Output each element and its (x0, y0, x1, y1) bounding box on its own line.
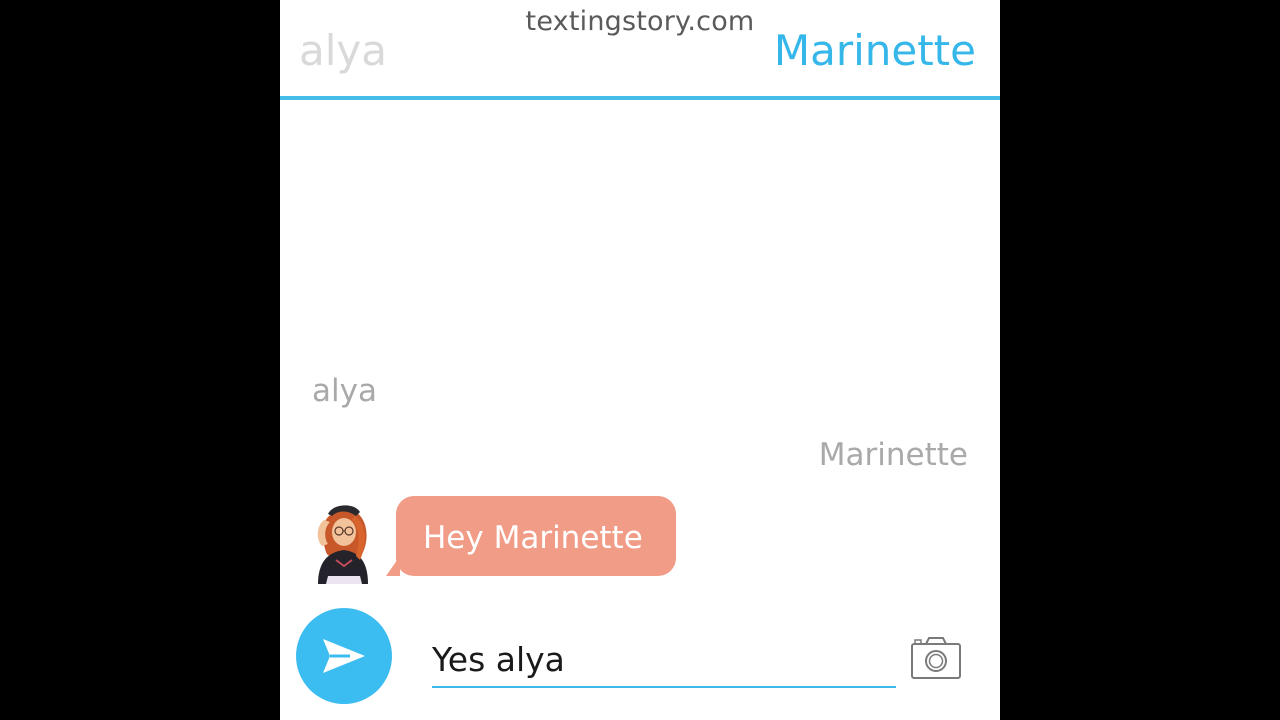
tab-alya[interactable]: alya (299, 25, 387, 77)
sender-label-marinette: Marinette (818, 437, 968, 473)
tab-marinette[interactable]: Marinette (774, 25, 976, 77)
send-button[interactable] (296, 608, 392, 704)
sender-label-alya: alya (312, 373, 377, 409)
message-bubble-incoming: Hey Marinette (396, 496, 676, 576)
header-divider (280, 96, 1000, 100)
avatar (302, 500, 378, 584)
avatar-illustration (317, 505, 368, 584)
camera-button[interactable] (910, 636, 962, 680)
chat-screen: textingstory.com alya Marinette alya Mar… (280, 0, 1000, 720)
camera-icon (911, 637, 961, 679)
send-icon (323, 639, 365, 673)
message-input[interactable]: Yes alya (432, 634, 896, 688)
